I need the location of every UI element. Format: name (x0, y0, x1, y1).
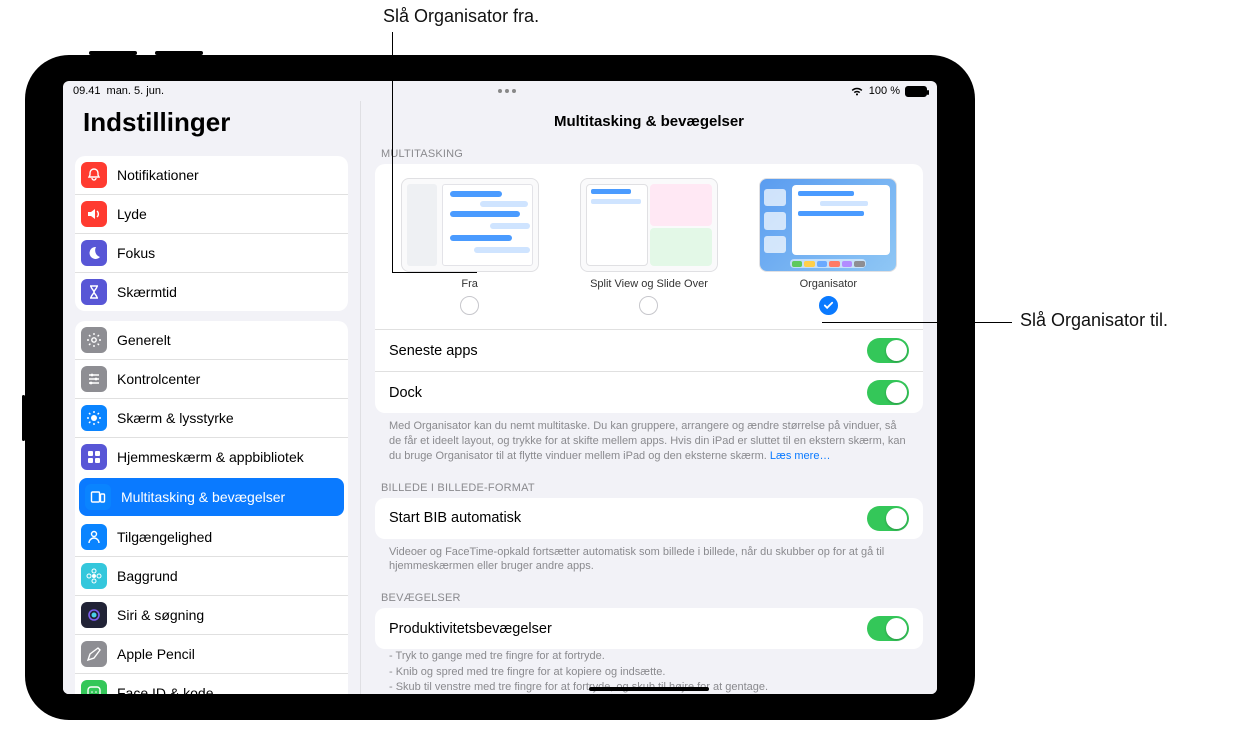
pip-footer: Videoer og FaceTime-opkald fortsætter au… (361, 539, 937, 585)
productivity-gestures-label: Produktivitetsbevægelser (389, 621, 552, 637)
multitasking-options: Fra Split View og Slide Over Organisator (375, 164, 923, 329)
dock-label: Dock (389, 385, 422, 401)
sidebar-item-tilg-ngelighed[interactable]: Tilgængelighed (75, 518, 348, 556)
sidebar-item-hjemmesk-rm-appbibliotek[interactable]: Hjemmeskærm & appbibliotek (75, 437, 348, 476)
productivity-gestures-toggle[interactable] (867, 616, 909, 641)
section-label-multitasking: MULTITASKING (361, 140, 937, 164)
status-bar: 09.41 man. 5. jun. 100 % (63, 81, 937, 101)
sidebar-group-a: Notifikationer Lyde Fokus Skærmtid (75, 156, 348, 311)
sidebar-title: Indstillinger (75, 101, 348, 146)
sidebar-item-label: Lyde (117, 206, 147, 222)
multitask-thumb (580, 178, 718, 272)
battery-pct: 100 % (869, 85, 900, 97)
home-indicator[interactable] (589, 687, 709, 691)
multitasking-section: Fra Split View og Slide Over Organisator S… (375, 164, 923, 413)
gesture-bullet: - Knib og spred med tre fingre for at ko… (361, 665, 937, 680)
sidebar-item-label: Siri & søgning (117, 607, 204, 623)
person-icon (81, 524, 107, 550)
sidebar-item-generelt[interactable]: Generelt (75, 321, 348, 359)
pip-auto-row: Start BIB automatisk (375, 498, 923, 539)
sidebar-item-face-id-kode[interactable]: Face ID & kode (75, 673, 348, 694)
pip-auto-label: Start BIB automatisk (389, 510, 521, 526)
multitask-option-organisator[interactable]: Organisator (744, 178, 913, 323)
callout-off: Slå Organisator fra. (383, 6, 539, 27)
content-title: Multitasking & bevægelser (361, 101, 937, 140)
sidebar-item-sk-rmtid[interactable]: Skærmtid (75, 272, 348, 311)
dock-toggle[interactable] (867, 380, 909, 405)
pencil-icon (81, 641, 107, 667)
recent-apps-row: Seneste apps (375, 329, 923, 371)
multitask-option-radio[interactable] (639, 296, 658, 315)
sidebar-item-lyde[interactable]: Lyde (75, 194, 348, 233)
ipad-frame: 09.41 man. 5. jun. 100 % Indstillinger N… (25, 55, 975, 720)
settings-sidebar: Indstillinger Notifikationer Lyde Fokus Skæ… (63, 101, 361, 694)
sidebar-item-label: Tilgængelighed (117, 529, 212, 545)
sun-icon (81, 405, 107, 431)
dock-row: Dock (375, 371, 923, 413)
recent-apps-toggle[interactable] (867, 338, 909, 363)
battery-icon (905, 86, 927, 97)
multitask-option-label: Split View og Slide Over (590, 278, 708, 290)
sidebar-item-label: Kontrolcenter (117, 371, 200, 387)
sidebar-item-label: Generelt (117, 332, 171, 348)
multitask-option-label: Organisator (800, 278, 857, 290)
recent-apps-label: Seneste apps (389, 343, 478, 359)
sidebar-item-label: Notifikationer (117, 167, 199, 183)
multitask-option-radio[interactable] (460, 296, 479, 315)
sliders-icon (81, 366, 107, 392)
sidebar-item-label: Skærm & lysstyrke (117, 410, 234, 426)
bell-icon (81, 162, 107, 188)
section-label-pip: BILLEDE I BILLEDE-FORMAT (361, 474, 937, 498)
speaker-icon (81, 201, 107, 227)
productivity-gestures-row: Produktivitetsbevægelser (375, 608, 923, 649)
siri-icon (81, 602, 107, 628)
hourglass-icon (81, 279, 107, 305)
sidebar-item-kontrolcenter[interactable]: Kontrolcenter (75, 359, 348, 398)
sidebar-item-label: Face ID & kode (117, 685, 214, 694)
gestures-section: Produktivitetsbevægelser (375, 608, 923, 649)
ipad-screen: 09.41 man. 5. jun. 100 % Indstillinger N… (63, 81, 937, 694)
face-icon (81, 680, 107, 694)
settings-content: Multitasking & bevægelser MULTITASKING F… (361, 101, 937, 694)
sidebar-item-label: Hjemmeskærm & appbibliotek (117, 449, 304, 465)
sidebar-item-sk-rm-lysstyrke[interactable]: Skærm & lysstyrke (75, 398, 348, 437)
sidebar-item-label: Baggrund (117, 568, 178, 584)
callout-line-top-v (392, 32, 393, 272)
gesture-bullet: - Tryk to gange med tre fingre for at fo… (361, 649, 937, 664)
multitask-icon (85, 484, 111, 510)
status-time: 09.41 (73, 85, 101, 97)
flower-icon (81, 563, 107, 589)
sidebar-item-siri-s-gning[interactable]: Siri & søgning (75, 595, 348, 634)
multitask-option-radio[interactable] (819, 296, 838, 315)
multitasking-footer: Med Organisator kan du nemt multitaske. … (361, 413, 937, 474)
moon-icon (81, 240, 107, 266)
callout-line-right (822, 322, 1012, 323)
sidebar-item-notifikationer[interactable]: Notifikationer (75, 156, 348, 194)
multitask-option-label: Fra (461, 278, 478, 290)
callout-on: Slå Organisator til. (1020, 310, 1168, 331)
status-date: man. 5. jun. (107, 85, 164, 97)
sidebar-item-fokus[interactable]: Fokus (75, 233, 348, 272)
sidebar-item-baggrund[interactable]: Baggrund (75, 556, 348, 595)
section-label-gestures: BEVÆGELSER (361, 584, 937, 608)
wifi-icon (850, 86, 864, 96)
learn-more-link[interactable]: Læs mere… (770, 450, 831, 462)
sidebar-item-label: Skærmtid (117, 284, 177, 300)
sidebar-item-label: Apple Pencil (117, 646, 195, 662)
sidebar-item-label: Multitasking & bevægelser (121, 489, 285, 505)
sidebar-group-b: Generelt Kontrolcenter Skærm & lysstyrke Hj… (75, 321, 348, 694)
sidebar-item-label: Fokus (117, 245, 155, 261)
grid-icon (81, 444, 107, 470)
multitask-option-split-view-og-slide-over[interactable]: Split View og Slide Over (564, 178, 733, 323)
multitask-thumb (759, 178, 897, 272)
sidebar-item-apple-pencil[interactable]: Apple Pencil (75, 634, 348, 673)
multitask-option-fra[interactable]: Fra (385, 178, 554, 323)
pip-auto-toggle[interactable] (867, 506, 909, 531)
multitask-thumb (401, 178, 539, 272)
gear-icon (81, 327, 107, 353)
pip-section: Start BIB automatisk (375, 498, 923, 539)
callout-line-top-h (392, 272, 477, 273)
multitask-dots-icon[interactable] (498, 89, 516, 93)
sidebar-item-multitasking-bev-gelser[interactable]: Multitasking & bevægelser (79, 478, 344, 516)
